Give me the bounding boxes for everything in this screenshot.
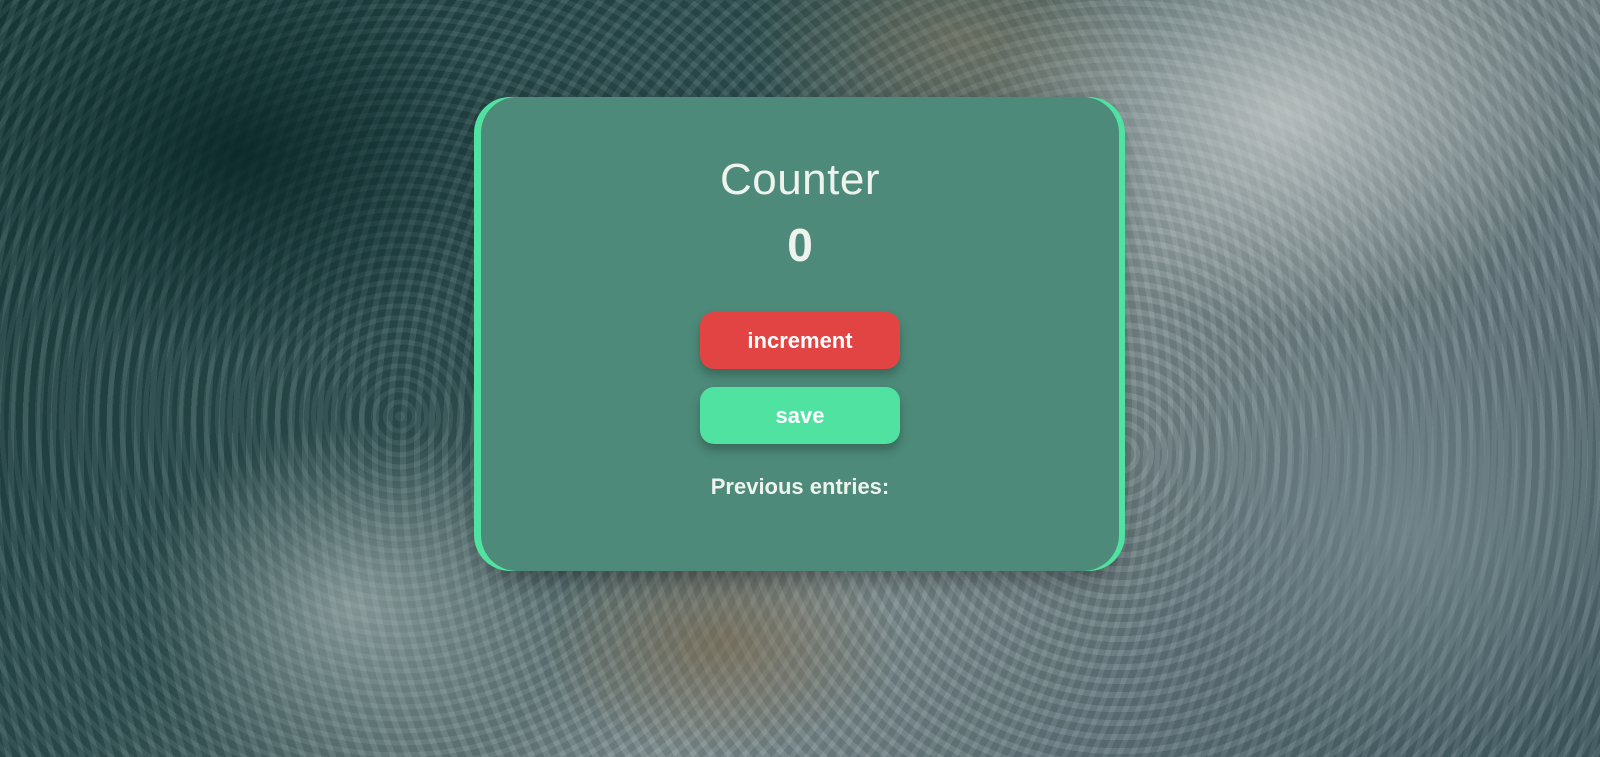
counter-title: Counter (719, 155, 881, 204)
counter-card: Counter 0 increment save Previous entrie… (481, 97, 1119, 571)
increment-button[interactable]: increment (700, 312, 900, 369)
counter-value: 0 (787, 219, 813, 271)
save-button[interactable]: save (700, 387, 900, 444)
previous-entries-label: Previous entries: (710, 474, 890, 499)
